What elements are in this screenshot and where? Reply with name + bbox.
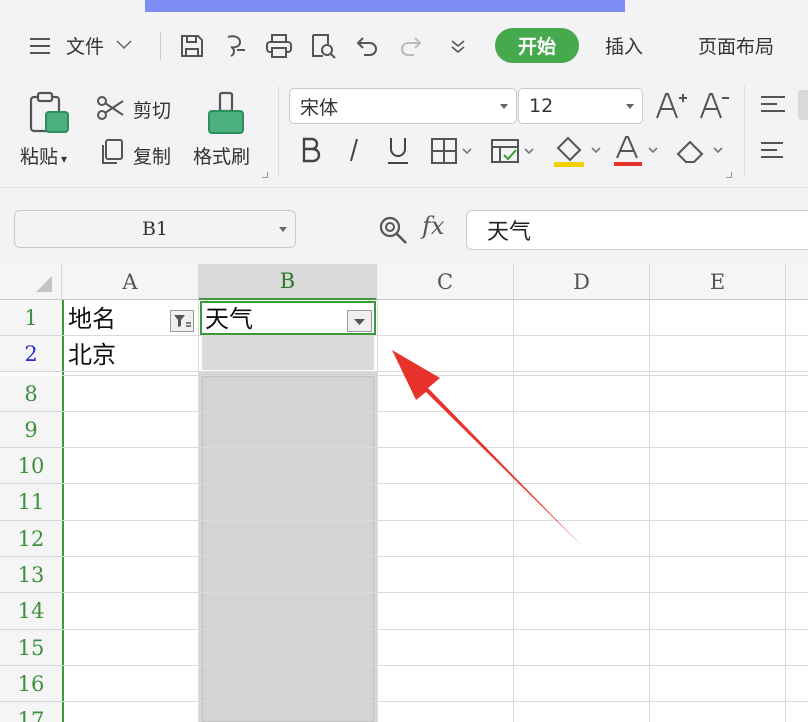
annotation-arrow [392, 350, 582, 546]
